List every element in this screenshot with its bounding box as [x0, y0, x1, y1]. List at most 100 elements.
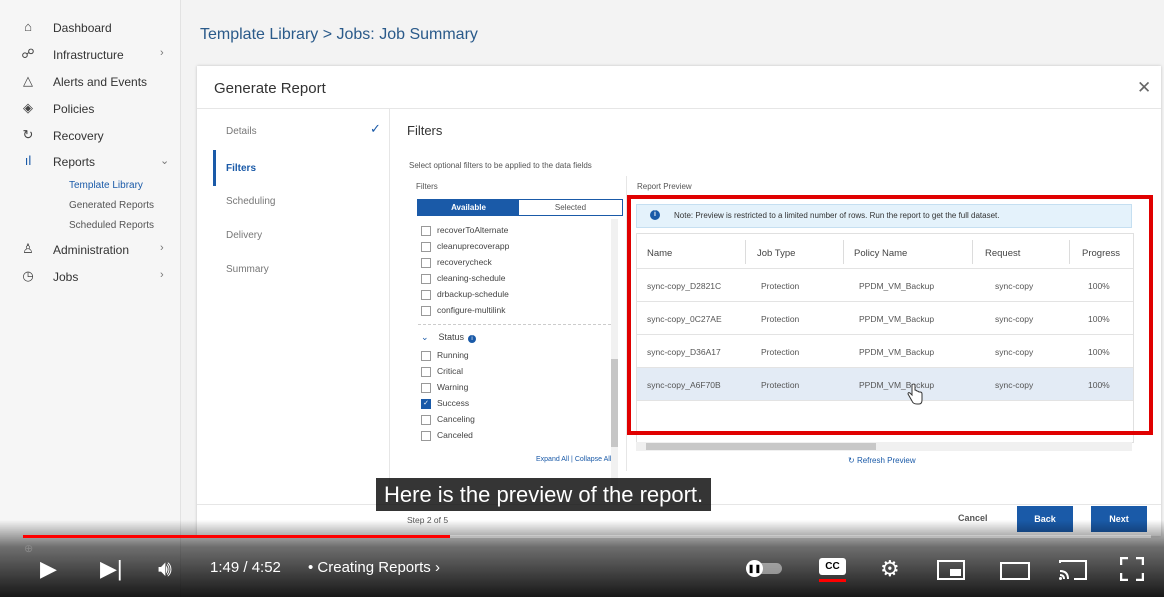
- next-video-button[interactable]: ▶︎|: [100, 556, 123, 582]
- filter-checkbox-item[interactable]: cleaning-schedule: [421, 273, 506, 284]
- step-scheduling[interactable]: Scheduling: [226, 196, 275, 207]
- chevron-down-icon: ⌄: [160, 155, 170, 167]
- sidebar-item-infrastructure[interactable]: ☍ Infrastructure ›: [0, 45, 180, 67]
- expand-all-link[interactable]: Expand All: [536, 456, 569, 463]
- player-controls-background: [0, 520, 1164, 597]
- sidebar-item-label: Reports: [53, 155, 96, 169]
- sidebar-item-label: Recovery: [53, 129, 104, 143]
- screenshot-stage: ⌂ Dashboard ☍ Infrastructure › △ Alerts …: [0, 0, 1164, 597]
- status-filter-group[interactable]: ⌄ Status i: [421, 332, 477, 343]
- step-filters[interactable]: Filters: [226, 163, 256, 174]
- sidebar-item-label: Administration: [53, 243, 130, 257]
- video-progress-played: [23, 535, 450, 538]
- tab-available[interactable]: Available: [418, 200, 519, 215]
- sidebar-item-administration[interactable]: ♙ Administration ›: [0, 240, 180, 262]
- captions-button[interactable]: CC: [817, 558, 848, 582]
- theater-mode-icon[interactable]: [1000, 562, 1030, 580]
- network-icon: ☍: [21, 46, 35, 61]
- breadcrumb-title: Template Library > Jobs: Job Summary: [200, 26, 478, 43]
- checkbox-icon: [421, 305, 431, 316]
- checkbox-icon: [421, 225, 431, 236]
- checkbox-icon: [421, 273, 431, 284]
- gear-icon[interactable]: ⚙: [880, 556, 900, 582]
- filter-checkbox-item[interactable]: configure-multilink: [421, 305, 506, 316]
- sidebar-item-dashboard[interactable]: ⌂ Dashboard: [0, 18, 180, 40]
- sidebar-subitem-generated-reports[interactable]: Generated Reports: [69, 200, 154, 211]
- play-button[interactable]: ▶: [40, 556, 57, 582]
- report-preview-heading: Report Preview: [637, 182, 692, 191]
- sidebar-item-label: Alerts and Events: [53, 75, 148, 89]
- checkbox-icon: [421, 366, 431, 377]
- user-icon: ♙: [22, 241, 34, 256]
- filters-scrollbar[interactable]: [611, 219, 618, 504]
- checkbox-icon: [421, 414, 431, 425]
- chevron-down-icon: ⌄: [421, 332, 429, 342]
- filter-checkbox-item[interactable]: cleanuprecoverapp: [421, 241, 509, 252]
- step-details[interactable]: Details: [226, 126, 257, 137]
- close-icon[interactable]: ✕: [1137, 78, 1151, 98]
- step-delivery[interactable]: Delivery: [226, 230, 262, 241]
- divider: [418, 324, 611, 325]
- bar-chart-icon: ıl: [24, 153, 32, 168]
- settings-small-icon: ⊕: [24, 543, 34, 555]
- refresh-icon: ↻: [848, 456, 857, 465]
- volume-icon[interactable]: 🔊︎: [158, 556, 172, 582]
- wizard-steps: Details ✓ Filters Scheduling Delivery Su…: [197, 109, 390, 504]
- collapse-all-link[interactable]: Collapse All: [575, 456, 612, 463]
- status-checkbox-warning[interactable]: Warning: [421, 382, 468, 393]
- sidebar-item-jobs[interactable]: ◷ Jobs ›: [0, 267, 180, 289]
- chapter-separator: •: [308, 559, 318, 576]
- video-progress-bar[interactable]: [23, 535, 1151, 538]
- check-icon: ✓: [370, 121, 381, 136]
- cast-icon[interactable]: [1058, 559, 1088, 581]
- captions-active-indicator: [819, 579, 846, 582]
- status-checkbox-critical[interactable]: Critical: [421, 366, 463, 377]
- filter-checkbox-item[interactable]: drbackup-schedule: [421, 289, 509, 300]
- status-checkbox-success[interactable]: ✓ Success: [421, 398, 469, 409]
- checkbox-icon: [421, 257, 431, 268]
- checkbox-icon: [421, 350, 431, 361]
- clock-icon: ◷: [22, 268, 34, 283]
- sidebar-item-recovery[interactable]: ↻ Recovery: [0, 126, 180, 148]
- scrollbar-thumb[interactable]: [611, 359, 618, 447]
- status-checkbox-canceling[interactable]: Canceling: [421, 414, 475, 425]
- pause-icon: ❚❚: [746, 560, 763, 577]
- sidebar-item-alerts[interactable]: △ Alerts and Events: [0, 72, 180, 94]
- section-title: Filters: [407, 123, 443, 138]
- autoplay-toggle[interactable]: ❚❚: [746, 560, 786, 577]
- refresh-preview-link[interactable]: ↻ Refresh Preview: [848, 456, 916, 465]
- checkbox-icon: [421, 241, 431, 252]
- filter-checkbox-item[interactable]: recoverToAlternate: [421, 225, 508, 236]
- red-highlight-annotation: [627, 195, 1153, 435]
- sidebar-item-reports[interactable]: ıl Reports ⌄: [0, 152, 180, 174]
- filter-checkbox-item[interactable]: recoverycheck: [421, 257, 492, 268]
- table-horizontal-scrollbar[interactable]: [636, 442, 1132, 451]
- sidebar-item-label: Policies: [53, 102, 95, 116]
- cc-icon: CC: [819, 558, 846, 575]
- sidebar: ⌂ Dashboard ☍ Infrastructure › △ Alerts …: [0, 0, 181, 597]
- chevron-right-icon: ›: [430, 559, 440, 576]
- chapter-title[interactable]: • Creating Reports ›: [308, 559, 440, 576]
- fullscreen-icon[interactable]: [1120, 557, 1144, 581]
- time-display: 1:49 / 4:52: [210, 559, 281, 576]
- tab-selected[interactable]: Selected: [519, 200, 622, 215]
- filters-heading: Filters: [416, 182, 438, 191]
- miniplayer-icon[interactable]: [937, 560, 965, 580]
- sidebar-item-label: Jobs: [53, 270, 79, 284]
- bell-icon: △: [23, 73, 33, 88]
- sidebar-subitem-scheduled-reports[interactable]: Scheduled Reports: [69, 220, 154, 231]
- sidebar-item-label: Dashboard: [53, 21, 112, 35]
- sidebar-subitem-template-library[interactable]: Template Library: [69, 180, 143, 191]
- checkbox-icon: [421, 430, 431, 441]
- sidebar-item-policies[interactable]: ◈ Policies: [0, 99, 180, 121]
- step-summary[interactable]: Summary: [226, 264, 269, 275]
- status-checkbox-running[interactable]: Running: [421, 350, 469, 361]
- status-checkbox-canceled[interactable]: Canceled: [421, 430, 473, 441]
- expand-collapse-links: Expand All | Collapse All: [536, 456, 612, 463]
- video-caption: Here is the preview of the report.: [376, 478, 712, 511]
- chevron-right-icon: ›: [160, 269, 164, 281]
- scrollbar-thumb[interactable]: [646, 443, 876, 450]
- checkbox-checked-icon: ✓: [421, 398, 431, 409]
- shield-icon: ◈: [23, 100, 33, 115]
- info-icon: i: [468, 335, 477, 343]
